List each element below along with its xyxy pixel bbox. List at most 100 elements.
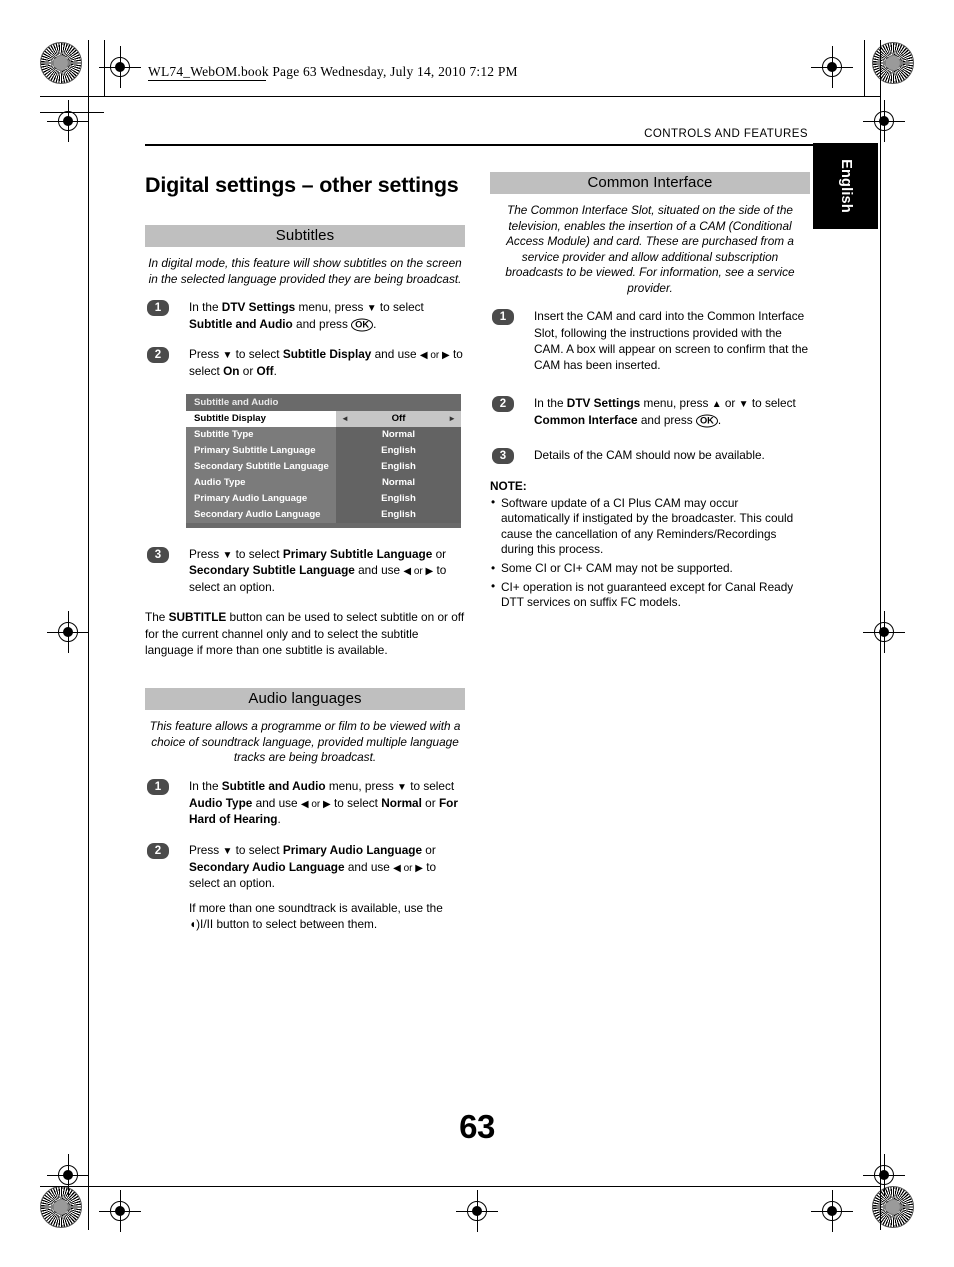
crop-line-top-left-v: [88, 40, 89, 1230]
note-item: Some CI or CI+ CAM may not be supported.: [490, 561, 810, 577]
step-badge: 1: [492, 309, 514, 326]
note-item: Software update of a CI Plus CAM may occ…: [490, 495, 810, 558]
registration-target-bottom-right: [811, 1190, 853, 1232]
step-text: Press ▼ to select Subtitle Display and u…: [189, 347, 463, 379]
crop-line-top-right-v: [880, 40, 881, 1230]
osd-row-value[interactable]: Normal: [336, 426, 461, 443]
step-badge: 2: [147, 842, 169, 859]
common-interface-step-1: 1 Insert the CAM and card into the Commo…: [490, 308, 810, 373]
subtitles-step-1: 1 In the DTV Settings menu, press ▼ to s…: [145, 299, 465, 332]
language-tab-label: English: [837, 159, 854, 213]
osd-row[interactable]: Primary Subtitle Language English: [186, 442, 461, 459]
registration-target-top-right: [811, 46, 853, 88]
osd-row[interactable]: Secondary Subtitle Language English: [186, 458, 461, 475]
left-column: Digital settings – other settings Subtit…: [145, 172, 465, 944]
note-title: NOTE:: [490, 478, 527, 493]
note-list: Software update of a CI Plus CAM may occ…: [490, 495, 810, 611]
registration-target-bottom-center: [456, 1190, 498, 1232]
osd-row-label: Subtitle Type: [186, 426, 336, 443]
step-text: Press ▼ to select Primary Subtitle Langu…: [189, 546, 447, 595]
dpad-arrow-icon: ▼: [738, 399, 749, 411]
soundtrack-note-after: button to select between them.: [213, 916, 378, 931]
step-badge: 3: [492, 447, 514, 464]
osd-right-arrow-icon[interactable]: ►: [448, 411, 456, 427]
step-text: In the Subtitle and Audio menu, press ▼ …: [189, 778, 458, 827]
audio-step-1: 1 In the Subtitle and Audio menu, press …: [145, 778, 465, 828]
section-heading-common-interface: Common Interface: [490, 172, 810, 194]
dpad-arrow-icon: ▼: [366, 303, 377, 315]
dpad-arrow-icon: ◀ or ▶: [419, 350, 450, 362]
osd-row-label: Secondary Subtitle Language: [186, 458, 336, 475]
soundtrack-note: If more than one soundtrack is available…: [145, 900, 465, 933]
dpad-arrow-icon: ◀ or ▶: [393, 862, 423, 874]
registration-target-left-middle: [47, 611, 89, 653]
running-head: CONTROLS AND FEATURES: [644, 128, 808, 140]
step-badge: 2: [147, 347, 169, 364]
osd-row-label: Subtitle Display: [186, 410, 336, 427]
osd-title: Subtitle and Audio: [186, 393, 461, 411]
osd-row[interactable]: Primary Audio Language English: [186, 490, 461, 507]
header-rule: [145, 144, 817, 146]
step-text: In the DTV Settings menu, press ▲ or ▼ t…: [534, 396, 796, 428]
dpad-arrow-icon: ▼: [222, 549, 233, 561]
subtitles-step-3: 3 Press ▼ to select Primary Subtitle Lan…: [145, 546, 465, 596]
osd-row-value[interactable]: ◄ Off ►: [336, 410, 461, 427]
dpad-arrow-icon: ◀ or ▶: [300, 798, 331, 810]
dpad-arrow-icon: ▼: [222, 845, 233, 857]
registration-target-right-upper: [863, 100, 905, 142]
osd-row[interactable]: Secondary Audio Language English: [186, 506, 461, 523]
section-heading-audio-languages: Audio languages: [145, 688, 465, 711]
audio-languages-intro: This feature allows a programme or film …: [149, 719, 461, 765]
ok-key-icon: OK: [351, 318, 374, 332]
step-badge: 1: [147, 300, 169, 317]
crop-line-inner-right-v: [864, 40, 865, 96]
crop-line-top-h: [40, 96, 880, 97]
subtitles-intro: In digital mode, this feature will show …: [148, 256, 462, 286]
osd-row-value[interactable]: English: [336, 458, 461, 475]
step-text: Insert the CAM and card into the Common …: [534, 309, 809, 373]
osd-rows: Subtitle Display ◄ Off ► Subtitle Type Normal…: [186, 410, 461, 523]
osd-row-value[interactable]: English: [336, 442, 461, 459]
step-text: Details of the CAM should now be availab…: [534, 447, 765, 462]
dpad-arrow-icon: ◀ or ▶: [403, 566, 434, 578]
registration-target-left-upper: [47, 100, 89, 142]
osd-row-value[interactable]: English: [336, 490, 461, 507]
osd-row-label: Audio Type: [186, 474, 336, 491]
registration-target-top-left: [99, 46, 141, 88]
osd-row-label: Secondary Audio Language: [186, 506, 336, 523]
dpad-arrow-icon: ▲: [711, 399, 722, 411]
step-text: In the DTV Settings menu, press ▼ to sel…: [189, 300, 424, 332]
osd-row[interactable]: Audio Type Normal: [186, 474, 461, 491]
registration-target-right-middle: [863, 611, 905, 653]
step-badge: 3: [147, 546, 169, 563]
note-item: CI+ operation is not guaranteed except f…: [490, 579, 810, 611]
audio-step-2: 2 Press ▼ to select Primary Audio Langua…: [145, 842, 465, 892]
osd-left-arrow-icon[interactable]: ◄: [341, 411, 349, 427]
osd-row[interactable]: Subtitle Type Normal: [186, 426, 461, 443]
registration-star-bottom-right: [872, 1186, 914, 1228]
stereo-dual-sound-icon: ◖)I/II: [189, 916, 214, 931]
crop-line-inner-left-v: [104, 40, 105, 96]
print-file-stamp: WL74_WebOM.book Page 63 Wednesday, July …: [148, 64, 518, 79]
page-number: 63: [459, 1108, 495, 1145]
subtitle-button-paragraph: The SUBTITLE button can be used to selec…: [145, 610, 465, 657]
subtitles-step-2: 2 Press ▼ to select Subtitle Display and…: [145, 346, 465, 379]
language-tab: English: [813, 143, 878, 229]
soundtrack-note-before: If more than one soundtrack is available…: [189, 900, 443, 915]
registration-target-bottom-left: [99, 1190, 141, 1232]
osd-subtitle-and-audio-menu: Subtitle and Audio Subtitle Display ◄ Off ►…: [186, 393, 461, 528]
dpad-arrow-icon: ▼: [397, 781, 407, 793]
dpad-arrow-icon: ▼: [222, 350, 233, 362]
common-interface-step-2: 2 In the DTV Settings menu, press ▲ or ▼…: [490, 395, 810, 428]
osd-row-value[interactable]: English: [336, 506, 461, 523]
print-stamp-rule: [148, 80, 266, 81]
section-heading-subtitles: Subtitles: [145, 225, 465, 248]
osd-row[interactable]: Subtitle Display ◄ Off ►: [186, 410, 461, 427]
right-column: Common Interface The Common Interface Sl…: [490, 172, 810, 614]
osd-row-label: Primary Subtitle Language: [186, 442, 336, 459]
crop-line-inner-top-h: [40, 112, 104, 113]
step-badge: 2: [492, 396, 514, 413]
osd-row-value[interactable]: Normal: [336, 474, 461, 491]
registration-star-bottom-left: [40, 1186, 82, 1228]
common-interface-intro: The Common Interface Slot, situated on t…: [505, 203, 795, 295]
